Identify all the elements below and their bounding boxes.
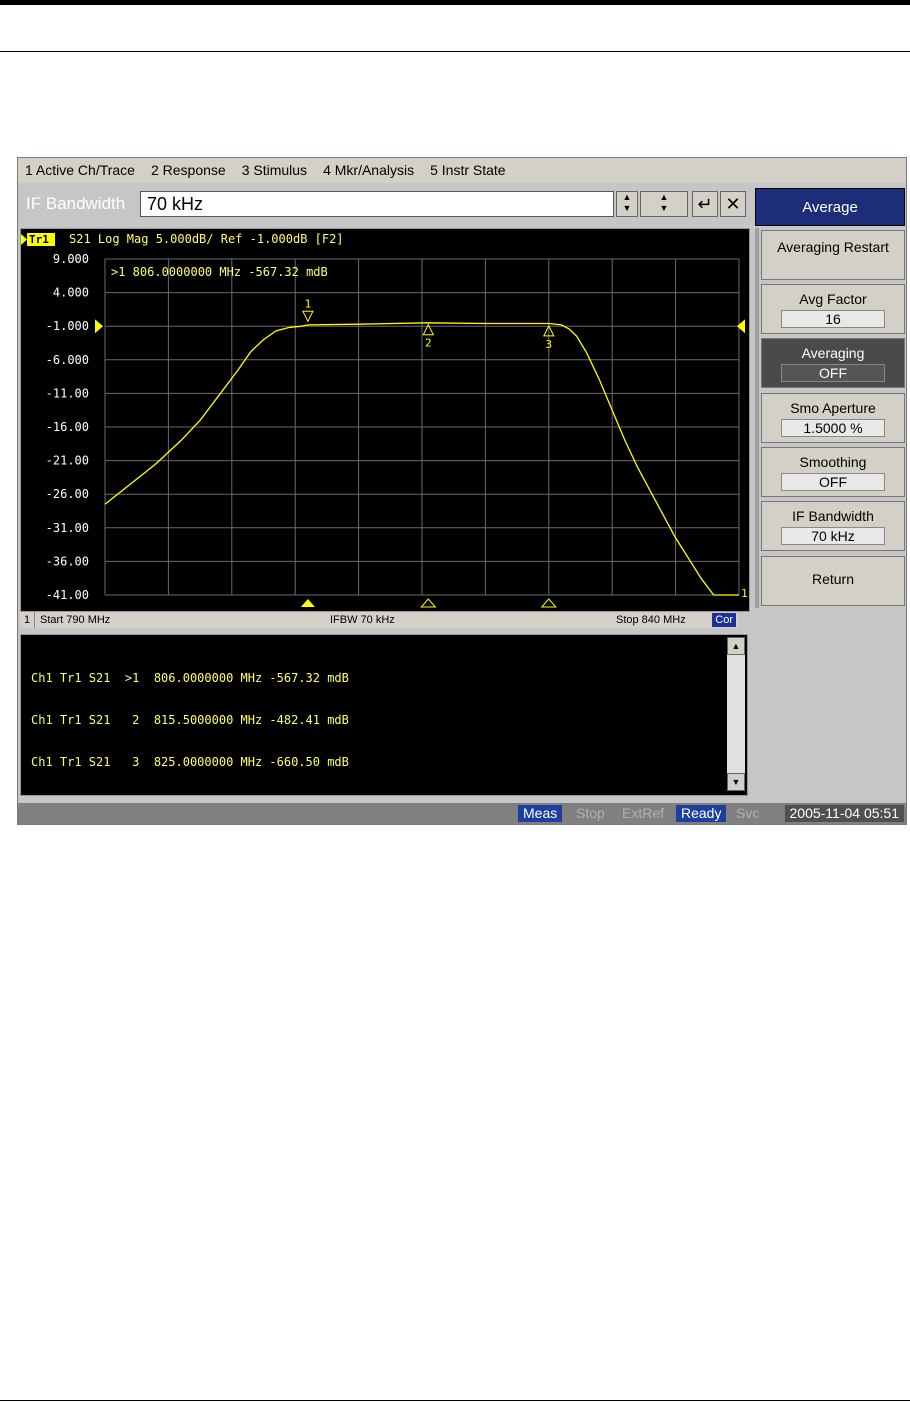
- active-marker-readout: >1 806.0000000 MHz -567.32 mdB: [111, 265, 328, 279]
- meas-indicator: Meas: [518, 805, 563, 822]
- y-tick-label: -21.00: [46, 454, 89, 468]
- menu-active-ch-trace[interactable]: 1 Active Ch/Trace: [25, 162, 135, 178]
- stop-frequency: Stop 840 MHz: [616, 614, 686, 626]
- softkey-value: 1.5000 %: [781, 419, 885, 437]
- smo-aperture-softkey[interactable]: Smo Aperture 1.5000 %: [761, 393, 905, 443]
- spin-small-button[interactable]: ▲ ▼: [616, 191, 638, 217]
- correction-badge: Cor: [712, 613, 736, 627]
- y-tick-label: -1.000: [46, 319, 89, 333]
- spin-large-button[interactable]: ▲ ▼: [640, 191, 688, 217]
- marker-row: Ch1 Tr1 S21 >1 806.0000000 MHz -567.32 m…: [31, 671, 349, 685]
- marker-row: Ch1 Tr1 S21 2 815.5000000 MHz -482.41 md…: [31, 713, 349, 727]
- ifbw-readout: IFBW 70 kHz: [330, 614, 395, 626]
- y-tick-label: 9.000: [53, 252, 89, 266]
- return-softkey[interactable]: Return: [761, 556, 905, 606]
- softkey-panel: Average Averaging Restart Avg Factor 16 …: [755, 188, 905, 608]
- y-tick-label: -31.00: [46, 521, 89, 535]
- smoothing-softkey[interactable]: Smoothing OFF: [761, 447, 905, 497]
- menu-mkr-analysis[interactable]: 4 Mkr/Analysis: [323, 162, 414, 178]
- softkey-label: Return: [811, 571, 855, 587]
- trace-chart: 9.000 4.000 -1.000 -6.000 -11.00 -16.00 -21.00…: [20, 228, 750, 612]
- entry-bar: IF Bandwidth 70 kHz ▲ ▼ ▲ ▼ ↵ ✕: [20, 188, 750, 221]
- averaging-softkey[interactable]: Averaging OFF: [761, 338, 905, 388]
- menu-instr-state[interactable]: 5 Instr State: [430, 162, 505, 178]
- start-frequency: Start 790 MHz: [40, 614, 111, 626]
- reference-right-arrow-icon: [737, 319, 745, 334]
- analyzer-screen: 1 Active Ch/Trace 2 Response 3 Stimulus 4 M…: [17, 157, 907, 825]
- softkey-label: Smo Aperture: [790, 400, 876, 416]
- marker-axis-icon: [420, 598, 437, 608]
- softkey-label: Smoothing: [799, 454, 867, 470]
- menu-stimulus[interactable]: 3 Stimulus: [242, 162, 307, 178]
- softkey-frame: [755, 228, 759, 608]
- enter-icon[interactable]: ↵: [692, 191, 718, 217]
- marker-active-icon: [302, 310, 314, 323]
- trace-end-label: 1: [741, 587, 748, 600]
- y-tick-label: -11.00: [46, 386, 89, 400]
- footer-rule: [0, 1400, 910, 1401]
- svc-indicator: Svc: [736, 805, 760, 821]
- softkey-value: OFF: [781, 473, 885, 491]
- marker-row: Ch1 Tr1 S21 3 825.0000000 MHz -660.50 md…: [31, 755, 349, 769]
- trace-header-text: S21 Log Mag 5.000dB/ Ref -1.000dB [F2]: [69, 232, 344, 246]
- y-tick-label: 4.000: [53, 286, 89, 300]
- menu-response[interactable]: 2 Response: [151, 162, 226, 178]
- trace-tag: Tr1: [29, 233, 49, 246]
- instrument-status-bar: Meas Stop ExtRef Ready Svc 2005-11-04 05…: [18, 803, 906, 824]
- softkey-value: 70 kHz: [781, 527, 885, 545]
- y-tick-label: -36.00: [46, 554, 89, 568]
- y-tick-label: -6.000: [46, 353, 89, 367]
- marker-table-panel: Ch1 Tr1 S21 >1 806.0000000 MHz -567.32 m…: [20, 634, 748, 796]
- y-tick-label: -41.00: [46, 588, 89, 602]
- marker-label: 1: [305, 297, 312, 310]
- reference-left-arrow-icon: [95, 319, 103, 334]
- date-time: 2005-11-04 05:51: [784, 805, 904, 822]
- marker-label: 2: [425, 337, 432, 350]
- scroll-up-icon[interactable]: ▲: [727, 637, 745, 655]
- channel-status-line: 1 Start 790 MHz IFBW 70 kHz Stop 840 MHz…: [20, 612, 738, 628]
- softkey-value: 16: [781, 310, 885, 328]
- trace-svg: 9.000 4.000 -1.000 -6.000 -11.00 -16.00 -21.00…: [21, 232, 748, 608]
- marker-table: Ch1 Tr1 S21 >1 806.0000000 MHz -567.32 m…: [31, 643, 349, 797]
- y-tick-label: -16.00: [46, 420, 89, 434]
- extref-indicator: ExtRef: [622, 805, 665, 821]
- scroll-down-icon[interactable]: ▼: [727, 773, 745, 791]
- softkey-label: Averaging Restart: [777, 239, 889, 255]
- menu-bar: 1 Active Ch/Trace 2 Response 3 Stimulus 4 M…: [18, 158, 906, 183]
- avg-factor-softkey[interactable]: Avg Factor 16: [761, 284, 905, 334]
- vertical-scrollbar[interactable]: ▲ ▼: [727, 637, 745, 791]
- channel-number: 1: [20, 612, 35, 628]
- marker-label: 3: [545, 338, 552, 351]
- y-tick-label: -26.00: [46, 487, 89, 501]
- stop-indicator: Stop: [576, 805, 605, 821]
- header-rule: [0, 51, 910, 52]
- entry-input[interactable]: 70 kHz: [140, 191, 614, 217]
- top-rule: [0, 0, 910, 5]
- softkey-label: Averaging: [801, 345, 865, 361]
- softkey-label: Avg Factor: [799, 291, 867, 307]
- averaging-restart-softkey[interactable]: Averaging Restart: [761, 230, 905, 280]
- marker-axis-active-icon: [300, 599, 315, 607]
- ready-indicator: Ready: [676, 805, 727, 822]
- if-bandwidth-softkey[interactable]: IF Bandwidth 70 kHz: [761, 501, 905, 551]
- trace-active-arrow-icon: [21, 234, 27, 245]
- marker-axis-icon: [540, 598, 557, 608]
- close-icon[interactable]: ✕: [720, 191, 746, 217]
- softkey-label: IF Bandwidth: [792, 508, 874, 524]
- softkey-value: OFF: [781, 364, 885, 382]
- softkey-menu-title: Average: [755, 188, 905, 226]
- entry-label: IF Bandwidth: [26, 194, 126, 213]
